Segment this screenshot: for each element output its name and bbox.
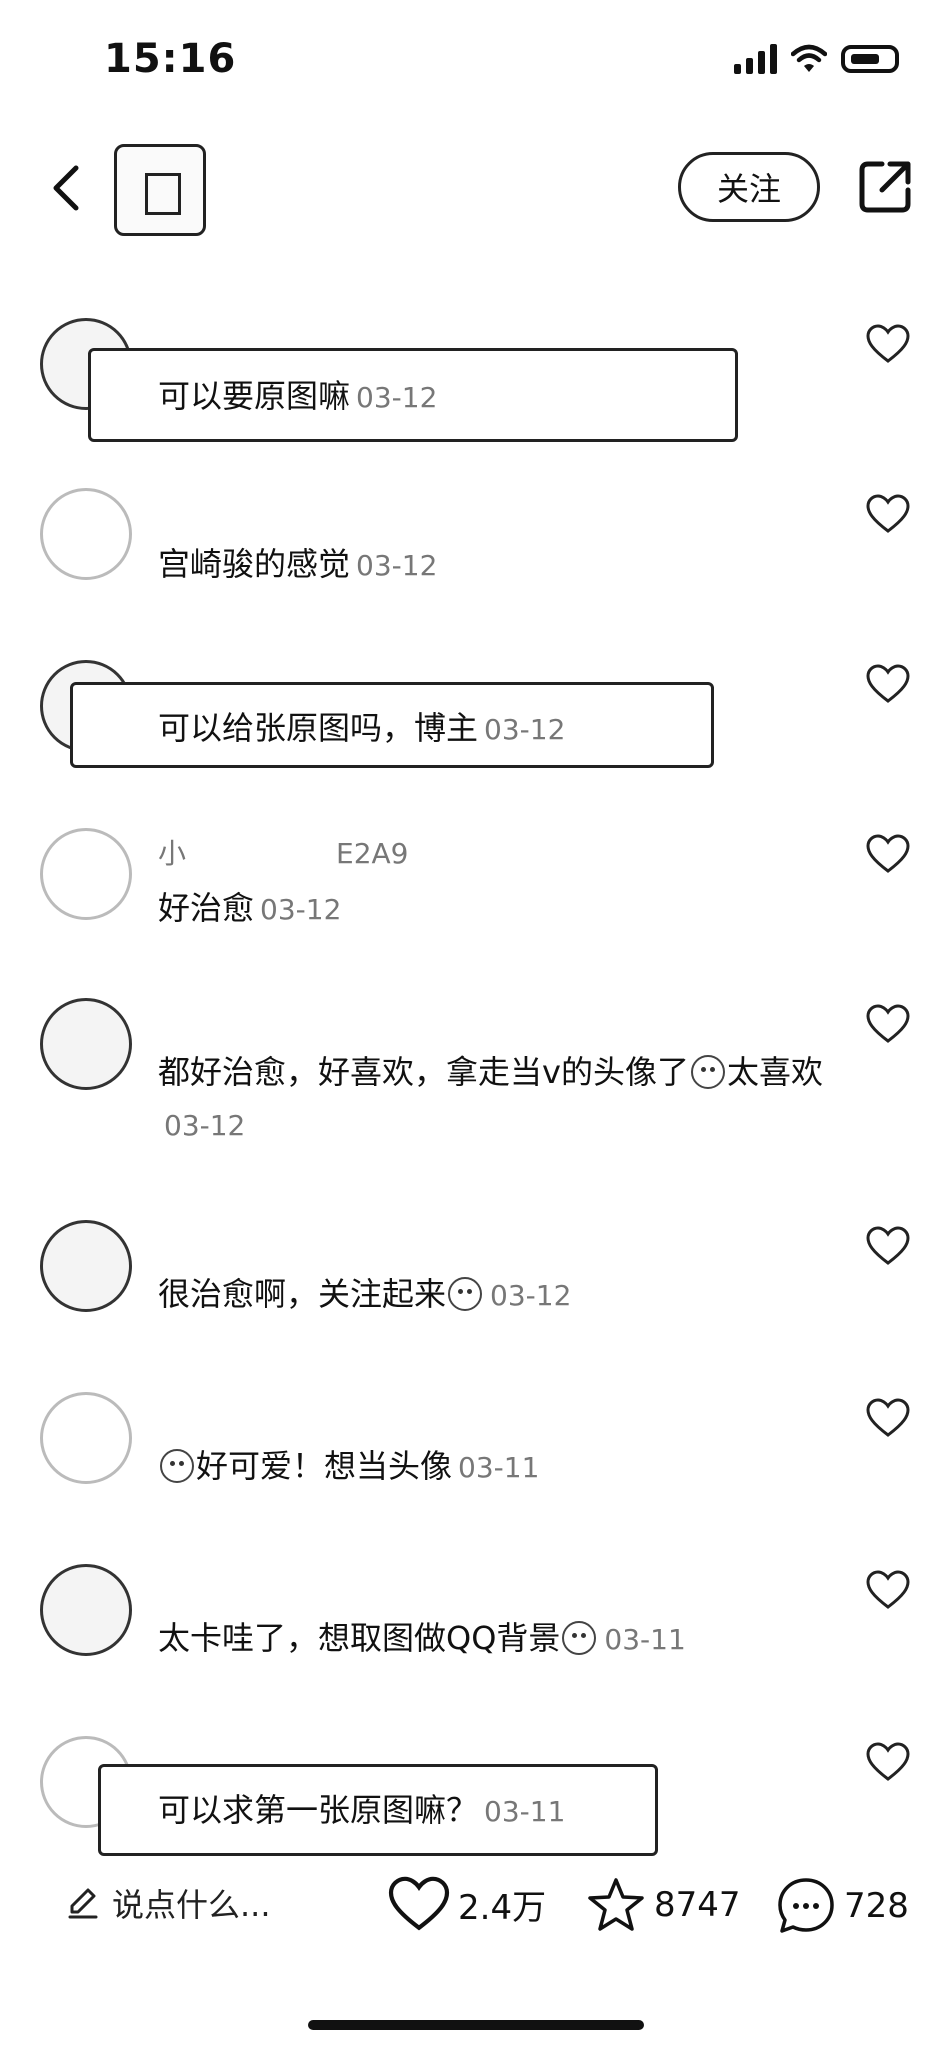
heart-icon[interactable] xyxy=(866,1226,910,1266)
comment-content: 可以求第一张原图嘛？ xyxy=(158,1791,479,1829)
emoji-icon xyxy=(448,1277,483,1311)
note-header: 关注 xyxy=(0,140,949,240)
comment-content: 太卡哇了，想取图做QQ背景 xyxy=(158,1619,561,1657)
comment-time: 03-11 xyxy=(484,1795,566,1828)
comment-item: 很治愈啊，关注起来 03-12 xyxy=(0,1212,949,1362)
back-icon[interactable] xyxy=(40,158,100,218)
home-indicator[interactable] xyxy=(308,2020,644,2030)
comment-item: 都好治愈，好喜欢，拿走当v的头像了 太喜欢 03-12 xyxy=(0,990,949,1190)
commenter-name-end: E2A9 xyxy=(336,837,409,870)
comment-item: 可以要原图嘛 03-12 xyxy=(0,310,949,460)
commenter-avatar[interactable] xyxy=(40,488,132,580)
comment-item: 可以求第一张原图嘛？ 03-11 xyxy=(0,1728,949,1856)
comment-time: 03-11 xyxy=(458,1451,540,1484)
heart-icon[interactable] xyxy=(866,324,910,364)
bottom-action-bar: 说点什么... 2.4万 8747 728 xyxy=(0,1856,949,1956)
heart-icon[interactable] xyxy=(866,1398,910,1438)
comment-input[interactable]: 说点什么... xyxy=(66,1880,271,1926)
comment-input-placeholder: 说点什么... xyxy=(112,1886,271,1924)
comment-time: 03-12 xyxy=(484,713,566,746)
commenter-avatar[interactable] xyxy=(40,828,132,920)
heart-icon[interactable] xyxy=(866,1742,910,1782)
comment-time: 03-12 xyxy=(490,1279,572,1312)
commenter-name-start: 小 xyxy=(158,837,187,870)
like-count: 2.4万 xyxy=(458,1887,547,1928)
comment-text[interactable]: 可以求第一张原图嘛？ 03-11 xyxy=(158,1784,838,1838)
star-icon xyxy=(588,1878,644,1931)
commenter-avatar[interactable] xyxy=(40,1564,132,1656)
emoji-icon xyxy=(562,1621,597,1655)
share-icon[interactable] xyxy=(856,158,914,216)
comment-time: 03-12 xyxy=(356,381,438,414)
comment-time: 03-12 xyxy=(356,549,438,582)
comment-time: 03-12 xyxy=(260,893,342,926)
heart-icon[interactable] xyxy=(866,664,910,704)
comment-count: 728 xyxy=(844,1886,909,1926)
comment-item: 好可爱！想当头像 03-11 xyxy=(0,1384,949,1534)
commenter-avatar[interactable] xyxy=(40,998,132,1090)
heart-icon[interactable] xyxy=(866,1004,910,1044)
comment-item: 小 E2A9 好治愈 03-12 xyxy=(0,820,949,970)
comment-text[interactable]: 可以要原图嘛 03-12 xyxy=(158,370,838,424)
comment-text[interactable]: 都好治愈，好喜欢，拿走当v的头像了 太喜欢 03-12 xyxy=(158,1046,828,1152)
comment-item: 可以给张原图吗，博主 03-12 xyxy=(0,650,949,800)
comment-content: 可以给张原图吗，博主 xyxy=(158,709,479,747)
comment-content-tail: 太喜欢 xyxy=(726,1053,823,1091)
commenter-name[interactable]: 小 E2A9 xyxy=(158,832,409,872)
comment-time: 03-11 xyxy=(604,1623,686,1656)
emoji-icon xyxy=(160,1449,194,1483)
heart-icon[interactable] xyxy=(866,1570,910,1610)
comment-item: 太卡哇了，想取图做QQ背景 03-11 xyxy=(0,1556,949,1706)
heart-icon[interactable] xyxy=(866,834,910,874)
favorite-count: 8747 xyxy=(654,1885,741,1925)
author-avatar[interactable] xyxy=(114,144,206,236)
like-button[interactable]: 2.4万 xyxy=(388,1876,546,1932)
heart-icon[interactable] xyxy=(866,494,910,534)
favorite-button[interactable]: 8747 xyxy=(586,1876,741,1934)
comment-text[interactable]: 太卡哇了，想取图做QQ背景 03-11 xyxy=(158,1612,838,1666)
comment-text[interactable]: 宫崎骏的感觉 03-12 xyxy=(158,538,838,592)
comment-content: 好治愈 xyxy=(158,889,255,927)
battery-icon xyxy=(841,45,899,73)
comment-content: 都好治愈，好喜欢，拿走当v的头像了 xyxy=(158,1053,689,1091)
commenter-avatar[interactable] xyxy=(40,1392,132,1484)
comment-content: 好可爱！想当头像 xyxy=(196,1447,453,1485)
signal-icon xyxy=(734,44,777,74)
status-icons xyxy=(734,44,899,74)
status-time: 15:16 xyxy=(104,36,237,82)
follow-button[interactable]: 关注 xyxy=(678,152,820,222)
comment-item: 宫崎骏的感觉 03-12 xyxy=(0,480,949,630)
comment-text[interactable]: 好治愈 03-12 xyxy=(158,882,838,936)
comment-content: 很治愈啊，关注起来 xyxy=(158,1275,447,1313)
comment-bubble-icon xyxy=(778,1878,834,1933)
emoji-icon xyxy=(690,1055,725,1089)
commenter-avatar[interactable] xyxy=(40,1220,132,1312)
status-bar: 15:16 xyxy=(0,0,949,120)
wifi-icon xyxy=(791,44,827,72)
pencil-icon xyxy=(68,1888,98,1919)
comment-button[interactable]: 728 xyxy=(776,1876,909,1936)
comment-content: 可以要原图嘛 xyxy=(158,377,351,415)
comment-time: 03-12 xyxy=(164,1109,246,1142)
heart-icon xyxy=(388,1876,450,1931)
comment-text[interactable]: 好可爱！想当头像 03-11 xyxy=(158,1440,838,1494)
comment-content: 宫崎骏的感觉 xyxy=(158,545,351,583)
comment-text[interactable]: 很治愈啊，关注起来 03-12 xyxy=(158,1268,838,1322)
comment-text[interactable]: 可以给张原图吗，博主 03-12 xyxy=(158,702,838,756)
